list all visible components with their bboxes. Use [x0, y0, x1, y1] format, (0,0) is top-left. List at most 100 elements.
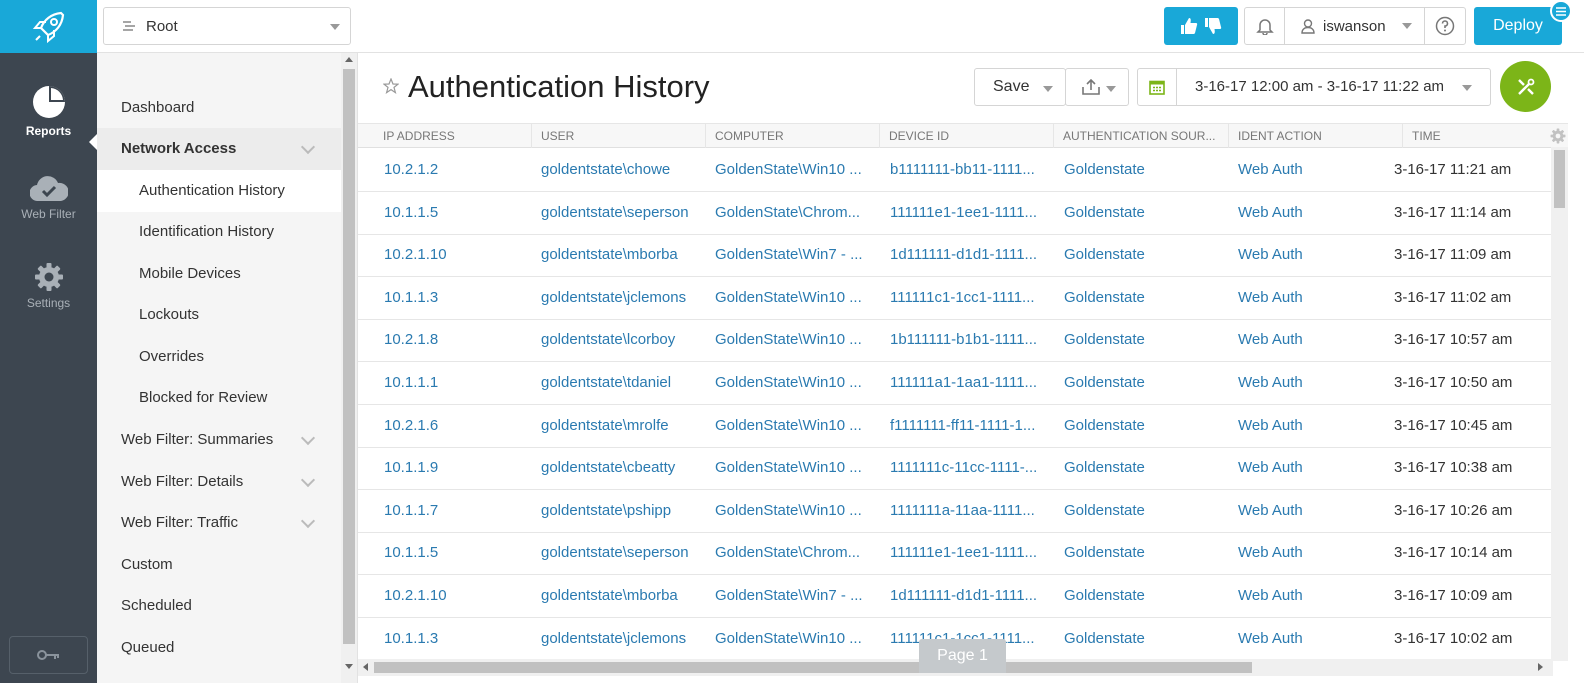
- auth-source-cell[interactable]: Goldenstate: [1038, 234, 1212, 276]
- auth-source-cell[interactable]: Goldenstate: [1038, 362, 1212, 404]
- table-row[interactable]: 10.1.1.5 goldentstate\seperson GoldenState…: [358, 192, 1553, 235]
- user-cell[interactable]: goldentstate\cbeatty: [515, 447, 689, 489]
- user-cell[interactable]: goldentstate\pshipp: [515, 490, 689, 532]
- ident-action-cell[interactable]: Web Auth: [1212, 405, 1386, 447]
- nav-item-network-access[interactable]: Network Access: [97, 128, 341, 170]
- nav-item-lockouts[interactable]: Lockouts: [97, 294, 341, 336]
- column-header-user[interactable]: USER: [532, 124, 706, 148]
- rail-item-reports[interactable]: Reports: [0, 84, 97, 150]
- feedback-button[interactable]: [1164, 7, 1238, 45]
- export-button[interactable]: [1065, 68, 1129, 106]
- column-header-computer[interactable]: COMPUTER: [706, 124, 880, 148]
- table-row[interactable]: 10.1.1.9 goldentstate\cbeatty GoldenState\…: [358, 447, 1553, 491]
- device-id-cell[interactable]: 111111e1-1ee1-1111...: [864, 532, 1038, 574]
- ident-action-cell[interactable]: Web Auth: [1212, 192, 1386, 234]
- save-button[interactable]: Save: [974, 68, 1066, 106]
- nav-item-dashboard[interactable]: Dashboard: [97, 87, 341, 129]
- ip-address-cell[interactable]: 10.1.1.5: [358, 532, 515, 574]
- nav-item-queued[interactable]: Queued: [97, 627, 341, 669]
- ip-address-cell[interactable]: 10.2.1.10: [358, 575, 515, 617]
- table-row[interactable]: 10.2.1.10 goldentstate\mborba GoldenState\…: [358, 575, 1553, 618]
- auth-source-cell[interactable]: Goldenstate: [1038, 277, 1212, 319]
- auth-source-cell[interactable]: Goldenstate: [1038, 319, 1212, 361]
- computer-cell[interactable]: GoldenState\Win10 ...: [689, 490, 864, 532]
- ident-action-cell[interactable]: Web Auth: [1212, 277, 1386, 319]
- scroll-down-arrow-icon[interactable]: [345, 664, 353, 669]
- date-range-select[interactable]: 3-16-17 12:00 am - 3-16-17 11:22 am: [1176, 68, 1491, 106]
- license-key-button[interactable]: [9, 636, 88, 674]
- scope-select[interactable]: Root: [103, 7, 351, 45]
- user-cell[interactable]: goldentstate\jclemons: [515, 277, 689, 319]
- ip-address-cell[interactable]: 10.1.1.1: [358, 362, 515, 404]
- computer-cell[interactable]: GoldenState\Win10 ...: [689, 277, 864, 319]
- nav-item-web-filter-traffic[interactable]: Web Filter: Traffic: [97, 502, 341, 544]
- computer-cell[interactable]: GoldenState\Win10 ...: [689, 618, 864, 660]
- ip-address-cell[interactable]: 10.2.1.2: [358, 149, 515, 191]
- deploy-button[interactable]: Deploy: [1474, 7, 1562, 45]
- nav-item-custom[interactable]: Custom: [97, 544, 341, 586]
- user-cell[interactable]: goldentstate\seperson: [515, 532, 689, 574]
- nav-item-overrides[interactable]: Overrides: [97, 336, 341, 378]
- table-row[interactable]: 10.1.1.1 goldentstate\tdaniel GoldenState\…: [358, 362, 1553, 405]
- ident-action-cell[interactable]: Web Auth: [1212, 532, 1386, 574]
- nav-item-identification-history[interactable]: Identification History: [97, 211, 341, 253]
- column-header-device-id[interactable]: DEVICE ID: [880, 124, 1054, 148]
- ident-action-cell[interactable]: Web Auth: [1212, 575, 1386, 617]
- computer-cell[interactable]: GoldenState\Win10 ...: [689, 405, 864, 447]
- ident-action-cell[interactable]: Web Auth: [1212, 618, 1386, 660]
- help-button[interactable]: [1425, 8, 1465, 44]
- table-row[interactable]: 10.2.1.2 goldentstate\chowe GoldenState\Wi…: [358, 149, 1553, 192]
- ident-action-cell[interactable]: Web Auth: [1212, 362, 1386, 404]
- computer-cell[interactable]: GoldenState\Win10 ...: [689, 362, 864, 404]
- device-id-cell[interactable]: 111111e1-1ee1-1111...: [864, 192, 1038, 234]
- nav-item-authentication-history[interactable]: Authentication History: [97, 170, 341, 212]
- scroll-left-arrow-icon[interactable]: [363, 663, 368, 671]
- table-row[interactable]: 10.1.1.3 goldentstate\jclemons GoldenState…: [358, 277, 1553, 320]
- auth-source-cell[interactable]: Goldenstate: [1038, 149, 1212, 191]
- user-menu[interactable]: iswanson: [1285, 8, 1425, 44]
- nav-item-scheduled[interactable]: Scheduled: [97, 585, 341, 627]
- notifications-button[interactable]: [1245, 8, 1285, 44]
- computer-cell[interactable]: GoldenState\Win7 - ...: [689, 234, 864, 276]
- auth-source-cell[interactable]: Goldenstate: [1038, 447, 1212, 489]
- table-row[interactable]: 10.2.1.10 goldentstate\mborba GoldenState\…: [358, 234, 1553, 278]
- column-settings-gear-icon[interactable]: [1550, 128, 1566, 144]
- auth-source-cell[interactable]: Goldenstate: [1038, 618, 1212, 660]
- ip-address-cell[interactable]: 10.2.1.10: [358, 234, 515, 276]
- ip-address-cell[interactable]: 10.1.1.3: [358, 618, 515, 660]
- ident-action-cell[interactable]: Web Auth: [1212, 490, 1386, 532]
- ip-address-cell[interactable]: 10.1.1.5: [358, 192, 515, 234]
- calendar-button[interactable]: [1137, 68, 1177, 106]
- nav-item-blocked-for-review[interactable]: Blocked for Review: [97, 377, 341, 419]
- ident-action-cell[interactable]: Web Auth: [1212, 319, 1386, 361]
- auth-source-cell[interactable]: Goldenstate: [1038, 575, 1212, 617]
- auth-source-cell[interactable]: Goldenstate: [1038, 192, 1212, 234]
- table-vertical-scrollbar-thumb[interactable]: [1554, 150, 1565, 208]
- app-logo[interactable]: [0, 0, 97, 53]
- device-id-cell[interactable]: 1111111c-11cc-1111-...: [864, 447, 1038, 489]
- auth-source-cell[interactable]: Goldenstate: [1038, 532, 1212, 574]
- rail-item-settings[interactable]: Settings: [0, 262, 97, 310]
- computer-cell[interactable]: GoldenState\Win10 ...: [689, 319, 864, 361]
- device-id-cell[interactable]: b1111111-bb11-1111...: [864, 149, 1038, 191]
- table-horizontal-scrollbar-thumb[interactable]: [374, 662, 1252, 673]
- table-row[interactable]: 10.2.1.6 goldentstate\mrolfe GoldenState\W…: [358, 405, 1553, 448]
- ident-action-cell[interactable]: Web Auth: [1212, 149, 1386, 191]
- user-cell[interactable]: goldentstate\mborba: [515, 234, 689, 276]
- ident-action-cell[interactable]: Web Auth: [1212, 234, 1386, 276]
- device-id-cell[interactable]: 1d111111-d1d1-1111...: [864, 234, 1038, 276]
- ip-address-cell[interactable]: 10.1.1.9: [358, 447, 515, 489]
- device-id-cell[interactable]: 1d111111-d1d1-1111...: [864, 575, 1038, 617]
- auth-source-cell[interactable]: Goldenstate: [1038, 490, 1212, 532]
- column-header-ip-address[interactable]: IP ADDRESS: [374, 124, 532, 148]
- nav-item-web-filter-summaries[interactable]: Web Filter: Summaries: [97, 419, 341, 461]
- nav-item-web-filter-details[interactable]: Web Filter: Details: [97, 461, 341, 503]
- computer-cell[interactable]: GoldenState\Win10 ...: [689, 149, 864, 191]
- ip-address-cell[interactable]: 10.2.1.8: [358, 319, 515, 361]
- computer-cell[interactable]: GoldenState\Win7 - ...: [689, 575, 864, 617]
- tools-button[interactable]: [1500, 61, 1551, 112]
- computer-cell[interactable]: GoldenState\Win10 ...: [689, 447, 864, 489]
- table-row[interactable]: 10.1.1.7 goldentstate\pshipp GoldenState\W…: [358, 490, 1553, 533]
- user-cell[interactable]: goldentstate\jclemons: [515, 618, 689, 660]
- column-header-ident-action[interactable]: IDENT ACTION: [1229, 124, 1403, 148]
